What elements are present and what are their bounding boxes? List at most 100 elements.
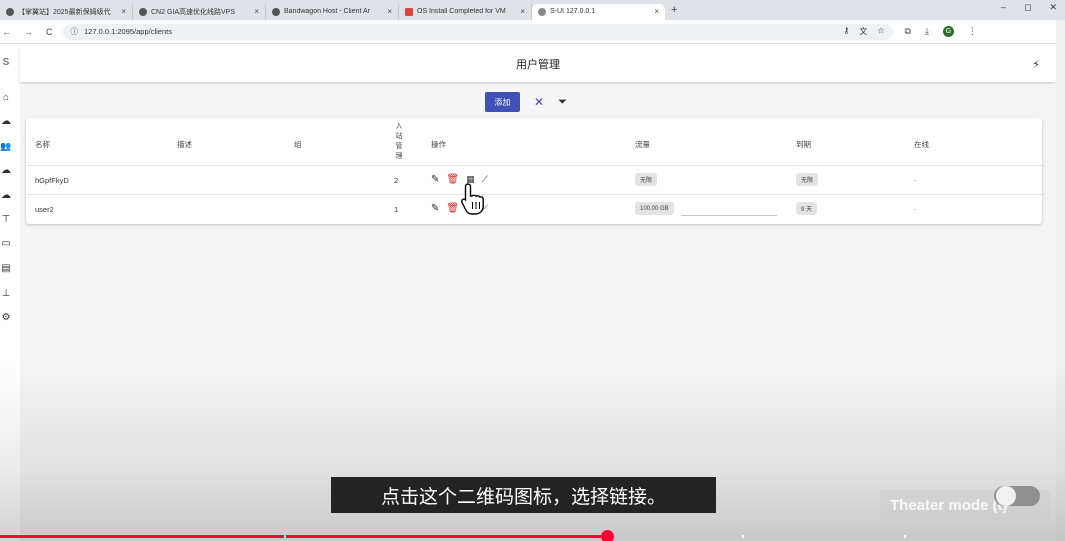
close-tab-icon[interactable]: × [654,7,659,16]
theme-toggle-icon[interactable]: ⚡ [1032,58,1040,71]
video-subtitle: 点击这个二维码图标，选择链接。 [331,477,716,513]
client-name: hGpfFkyD [35,176,69,185]
browser-tab-bar: 【掌翼站】2025最新保姆级代 × CN2 GIA高速优化线路VPS × Ban… [0,0,1065,20]
chapter-marker [284,535,286,538]
delete-icon[interactable]: 🗑 [446,203,459,214]
header-inbound-char: 站 [395,133,403,140]
dns-icon[interactable]: ▤ [0,263,12,275]
expiry-badge: 无限 [796,173,819,186]
header-desc: 描述 [177,140,192,149]
omnibox-actions: ⚷ 文 ☆ [843,26,884,37]
home-icon[interactable]: ⌂ [0,92,12,104]
row-divider [26,194,1042,195]
edit-icon[interactable]: ✎ [431,203,439,214]
autoplay-toggle-knob [996,486,1016,506]
new-tab-button[interactable]: + [671,4,677,16]
close-tab-icon[interactable]: × [254,7,259,16]
sui-logo-icon: S [2,57,10,68]
clients-icon[interactable]: 👥 [0,140,12,152]
header-online: 在线 [914,140,929,149]
video-progress-fill [0,535,607,538]
traffic-badge: 无限 [635,173,658,186]
header-group: 组 [294,140,302,149]
close-window-button[interactable]: ✕ [1049,2,1057,13]
window-controls: – ◻ ✕ [1001,2,1057,13]
sui-icon [538,7,546,16]
globe-icon [272,7,280,16]
tools-icon[interactable]: ✕ [534,95,544,109]
header-inbound-char: 管 [395,143,403,150]
header-inbound-char: 理 [395,153,403,160]
globe-icon [6,7,14,16]
chapter-marker [742,535,744,538]
url-text: 127.0.0.1:2095/app/clients [84,27,172,36]
online-status: - [914,205,917,214]
page-scrollbar[interactable] [1056,20,1065,541]
chapter-marker [904,535,906,538]
browser-tab-2[interactable]: CN2 GIA高速优化线路VPS × [133,3,266,20]
online-status: - [914,176,917,185]
browser-tools: ⧉ ⤓ G ⋮ [905,26,977,37]
client-name: user2 [35,205,54,214]
close-tab-icon[interactable]: × [121,7,126,16]
browser-address-bar: ← → C ⓘ 127.0.0.1:2095/app/clients ⚷ 文 ☆… [0,20,1065,44]
maximize-button[interactable]: ◻ [1024,2,1031,13]
add-button[interactable]: 添加 [485,92,520,112]
tab-title: OS Install Completed for VM [417,8,506,15]
settings-icon[interactable]: ⚙ [0,312,12,324]
header-inbound-char: 入 [395,123,403,130]
extensions-icon[interactable]: ⧉ [905,26,911,37]
tab-title: Bandwagon Host - Client Ar [284,8,370,15]
forward-button[interactable]: → [24,27,33,37]
key-icon[interactable]: ⚷ [843,26,849,37]
header-name: 名称 [35,140,50,149]
traffic-badge: 100.00 GB [635,202,674,215]
tab-title: 【掌翼站】2025最新保姆级代 [18,8,111,16]
edit-icon[interactable]: ✎ [431,174,439,185]
bookmark-star-icon[interactable]: ☆ [877,26,884,37]
reload-button[interactable]: C [46,27,53,37]
header-expiry: 到期 [796,140,811,149]
header-traffic: 流量 [635,140,650,149]
header-inbound: 入 站 管 理 [394,122,404,162]
expiry-badge: 9 天 [796,202,818,215]
rules-icon[interactable]: ⊤ [0,214,12,226]
video-scrubber-handle[interactable] [601,530,614,541]
tab-title: S-UI 127.0.0.1 [550,8,596,15]
menu-kebab-icon[interactable]: ⋮ [968,26,977,37]
endpoints-icon[interactable]: ☁ [0,190,12,202]
tab-title: CN2 GIA高速优化线路VPS [151,8,236,16]
browser-tab-3[interactable]: Bandwagon Host - Client Ar × [266,3,399,20]
app-header: 用户管理 ⚡ [20,46,1056,82]
header-actions: 操作 [431,140,446,149]
translate-icon[interactable]: 文 [859,26,867,37]
delete-icon[interactable]: 🗑 [446,174,459,185]
browser-tab-1[interactable]: 【掌翼站】2025最新保姆级代 × [0,3,133,20]
tls-icon[interactable]: ▭ [0,238,12,250]
filter-icon[interactable]: ⏷ [558,96,567,109]
traffic-usage-bar [681,215,777,216]
outbounds-icon[interactable]: ☁ [0,165,12,177]
app-sidebar: S ⌂ ☁ 👥 ☁ ☁ ⊤ ▭ ▤ ⊥ ⚙ [0,45,18,541]
browser-tab-4[interactable]: OS Install Completed for VM × [399,3,532,20]
hand-cursor-icon [461,183,484,215]
client-inbound-count: 1 [394,205,399,214]
profile-avatar[interactable]: G [942,26,954,37]
clients-table: 名称 描述 组 入 站 管 理 操作 流量 到期 在线 hGpfFkyD 2 ✎… [26,118,1042,224]
close-tab-icon[interactable]: × [520,7,525,16]
page-title: 用户管理 [516,59,560,71]
site-info-icon[interactable]: ⓘ [71,26,79,37]
browser-tab-5[interactable]: S-UI 127.0.0.1 × [532,3,665,20]
clients-toolbar: 添加 ✕ ⏷ [485,92,567,112]
row-divider [26,165,1042,166]
nav-buttons: ← → C [2,27,53,37]
back-button[interactable]: ← [2,27,11,37]
inbounds-icon[interactable]: ☁ [0,116,12,128]
close-tab-icon[interactable]: × [387,7,392,16]
basics-icon[interactable]: ⊥ [0,288,12,300]
download-icon[interactable]: ⤓ [925,26,929,37]
client-inbound-count: 2 [394,176,399,185]
url-field[interactable]: ⓘ 127.0.0.1:2095/app/clients ⚷ 文 ☆ [62,23,893,40]
minimize-button[interactable]: – [1001,2,1006,13]
globe-icon [139,7,147,16]
